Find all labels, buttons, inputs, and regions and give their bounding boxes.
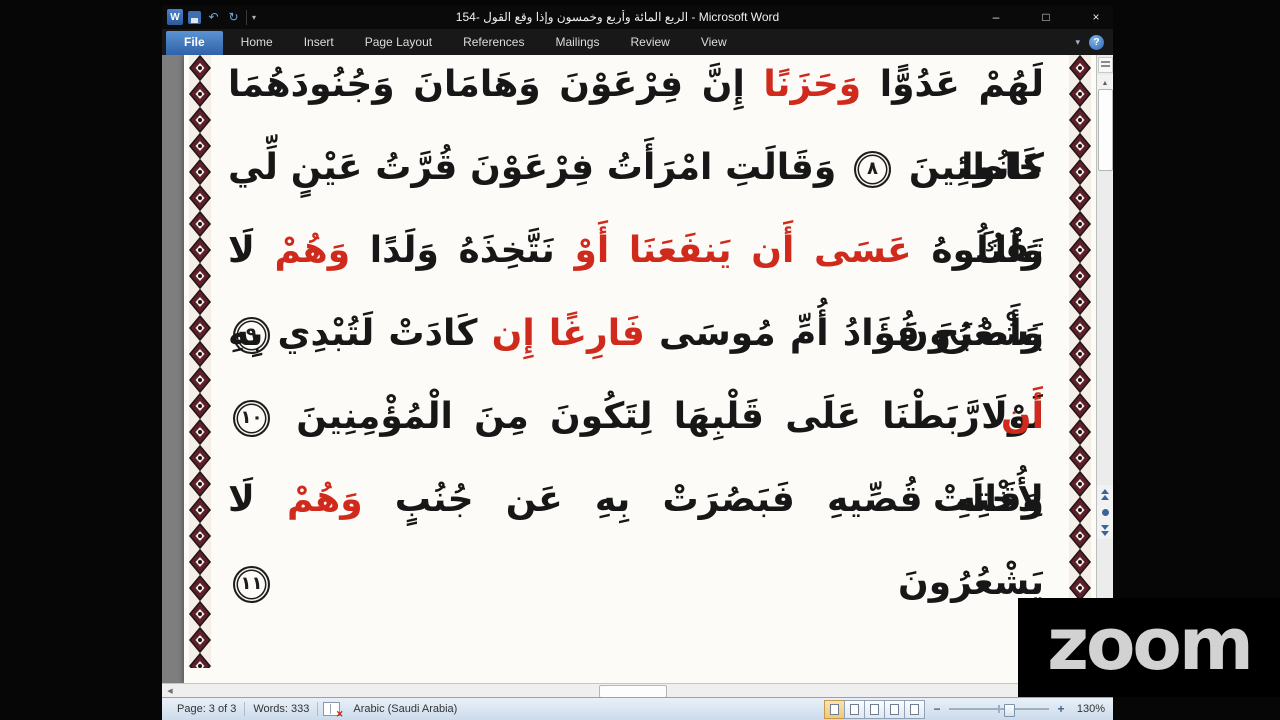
quran-text: لَهُمْ عَدُوًّا وَحَزَنًا إِنَّ فِرْعَوْ…	[228, 55, 1045, 603]
ribbon-tab-review[interactable]: Review	[617, 31, 682, 55]
proofing-error-mark: ✕	[335, 709, 344, 719]
print-layout-view-button[interactable]	[824, 699, 845, 719]
ribbon-collapse-icon[interactable]: ▾	[1075, 37, 1080, 48]
zoom-out-button[interactable]: −	[932, 702, 942, 716]
zoom-slider[interactable]	[949, 702, 1049, 717]
quran-line-5: أَن رَّبَطْنَا عَلَى قَلْبِهَا لِتَكُونَ…	[228, 375, 1044, 520]
ribbon-tab-mailings[interactable]: Mailings	[542, 31, 612, 55]
window-controls: – □ ×	[979, 5, 1113, 29]
text-segment: أَن	[1000, 396, 1044, 437]
document-area: لَهُمْ عَدُوًّا وَحَزَنًا إِنَّ فِرْعَوْ…	[162, 55, 1113, 698]
browse-object-dot-icon	[1101, 508, 1109, 516]
page-indicator[interactable]: Page: 3 of 3	[169, 703, 244, 715]
undo-icon[interactable]: ↶	[206, 10, 221, 25]
browse-buttons	[1097, 485, 1113, 539]
document-title: الربع المائة وأربع وخمسون وإذا وقع القول…	[455, 10, 689, 24]
ornamental-border-right-icon	[1069, 55, 1091, 668]
previous-page-button[interactable]	[1097, 485, 1113, 503]
quick-access-toolbar: W ↶ ↻ ▾	[162, 9, 256, 25]
text-segment: عَسَى أَن يَنفَعَنَا أَوْ	[574, 230, 912, 271]
redo-icon[interactable]: ↻	[226, 10, 241, 25]
vertical-scrollbar[interactable]: ▲ ▼	[1096, 55, 1113, 684]
ribbon-tab-view[interactable]: View	[688, 31, 740, 55]
ribbon-tab-page-layout[interactable]: Page Layout	[352, 31, 445, 55]
verse-marker: ١١	[233, 565, 270, 603]
double-up-arrow-icon	[1101, 488, 1109, 494]
view-glyph-icon	[850, 703, 859, 715]
outline-view-button[interactable]	[884, 699, 905, 719]
ribbon-tab-file[interactable]: File	[166, 31, 223, 55]
status-right: − + 130%	[824, 699, 1113, 719]
select-browse-object-button[interactable]	[1097, 503, 1113, 521]
text-segment: وَأَصْبَحَ فُؤَادُ أُمِّ مُوسَى	[644, 313, 1044, 354]
verse-marker: ٨	[854, 150, 892, 188]
view-glyph-icon	[830, 703, 839, 715]
restore-button[interactable]: □	[1039, 5, 1053, 29]
proofing-status-icon[interactable]: ✕	[323, 702, 343, 719]
view-shortcuts	[824, 699, 925, 719]
word-logo-icon[interactable]: W	[167, 9, 183, 25]
text-segment: وَهُمْ	[274, 230, 351, 271]
close-button[interactable]: ×	[1089, 5, 1103, 29]
quran-line-3: تَقْتُلُوهُ عَسَى أَن يَنفَعَنَا أَوْ نَ…	[228, 209, 1044, 354]
text-segment: تَقْتُلُوهُ	[911, 230, 1044, 271]
page: لَهُمْ عَدُوًّا وَحَزَنًا إِنَّ فِرْعَوْ…	[184, 55, 1096, 684]
app-title: - Microsoft Word	[688, 10, 780, 24]
word-window: W ↶ ↻ ▾ الربع المائة وأربع وخمسون وإذا وقع …	[162, 5, 1113, 720]
web-layout-view-button[interactable]	[864, 699, 885, 719]
horizontal-scrollbar[interactable]: ◀ ▶	[162, 683, 1097, 698]
ribbon-tab-row: File Home Insert Page Layout References Maili…	[162, 29, 1113, 55]
draft-view-button[interactable]	[904, 699, 925, 719]
scroll-left-button[interactable]: ◀	[164, 684, 176, 698]
view-glyph-icon	[890, 703, 899, 715]
text-segment: لَهُمْ عَدُوًّا	[861, 64, 1044, 105]
status-left: Page: 3 of 3 Words: 333 ✕ Arabic (Saudi …	[162, 698, 465, 720]
screen: W ↶ ↻ ▾ الربع المائة وأربع وخمسون وإذا وقع …	[0, 0, 1280, 720]
text-segment: نَتَّخِذَهُ وَلَدًا	[350, 230, 575, 271]
view-glyph-icon	[870, 703, 879, 715]
ribbon-tab-insert[interactable]: Insert	[291, 31, 347, 55]
ribbon-tab-home[interactable]: Home	[228, 31, 286, 55]
ruler-icon	[1101, 61, 1110, 63]
ribbon-tabs: File Home Insert Page Layout References Maili…	[162, 31, 745, 55]
view-glyph-icon	[910, 703, 919, 715]
quran-line-1: لَهُمْ عَدُوًّا وَحَزَنًا إِنَّ فِرْعَوْ…	[228, 55, 1044, 188]
zoom-slider-thumb[interactable]	[1004, 704, 1015, 717]
zoom-level[interactable]: 130%	[1073, 703, 1105, 715]
full-screen-reading-view-button[interactable]	[844, 699, 865, 719]
verse-marker: ١٠	[233, 399, 270, 437]
title-bar: W ↶ ↻ ▾ الربع المائة وأربع وخمسون وإذا وقع …	[162, 5, 1113, 29]
text-segment: رَّبَطْنَا عَلَى قَلْبِهَا لِتَكُونَ مِن…	[275, 396, 1001, 437]
window-title: الربع المائة وأربع وخمسون وإذا وقع القول…	[256, 10, 979, 24]
zoom-watermark-text: zoom	[1047, 601, 1254, 686]
ornamental-border-left-icon	[189, 55, 211, 668]
quran-line-6: لِأُخْتِهِ قُصِّيهِ فَبَصُرَتْ بِهِ عَن …	[228, 458, 1045, 603]
save-icon[interactable]	[188, 10, 201, 24]
text-segment: خَاطِئِينَ	[896, 147, 1045, 188]
separator	[317, 702, 319, 716]
quran-line-4: وَأَصْبَحَ فُؤَادُ أُمِّ مُوسَى فَارِغًا…	[228, 292, 1044, 437]
zoom-in-button[interactable]: +	[1056, 702, 1066, 716]
word-count[interactable]: Words: 333	[245, 703, 317, 715]
minimize-button[interactable]: –	[989, 5, 1003, 29]
status-bar: Page: 3 of 3 Words: 333 ✕ Arabic (Saudi …	[162, 697, 1113, 720]
vscroll-thumb[interactable]	[1098, 89, 1113, 171]
language-indicator[interactable]: Arabic (Saudi Arabia)	[345, 703, 465, 715]
help-icon[interactable]: ?	[1089, 35, 1104, 50]
text-segment: فَارِغًا إِن	[491, 313, 645, 354]
customize-toolbar-caret-icon[interactable]: ▾	[246, 9, 256, 25]
quran-line-2: خَاطِئِينَ ٨ وَقَالَتِ امْرَأَتُ فِرْعَو…	[228, 126, 1045, 271]
text-segment: وَحَزَنًا	[763, 64, 862, 105]
ruler-toggle-button[interactable]	[1098, 57, 1113, 73]
text-segment: وَهُمْ	[287, 479, 363, 520]
ribbon-right-controls: ▾ ?	[1075, 35, 1113, 55]
ribbon-tab-references[interactable]: References	[450, 31, 537, 55]
zoom-watermark: zoom	[1018, 598, 1280, 697]
zoom-slider-notch	[998, 705, 1000, 713]
next-page-button[interactable]	[1097, 521, 1113, 539]
text-segment: لِأُخْتِهِ قُصِّيهِ فَبَصُرَتْ بِهِ عَن …	[362, 479, 1045, 520]
double-down-arrow-icon	[1101, 524, 1109, 530]
